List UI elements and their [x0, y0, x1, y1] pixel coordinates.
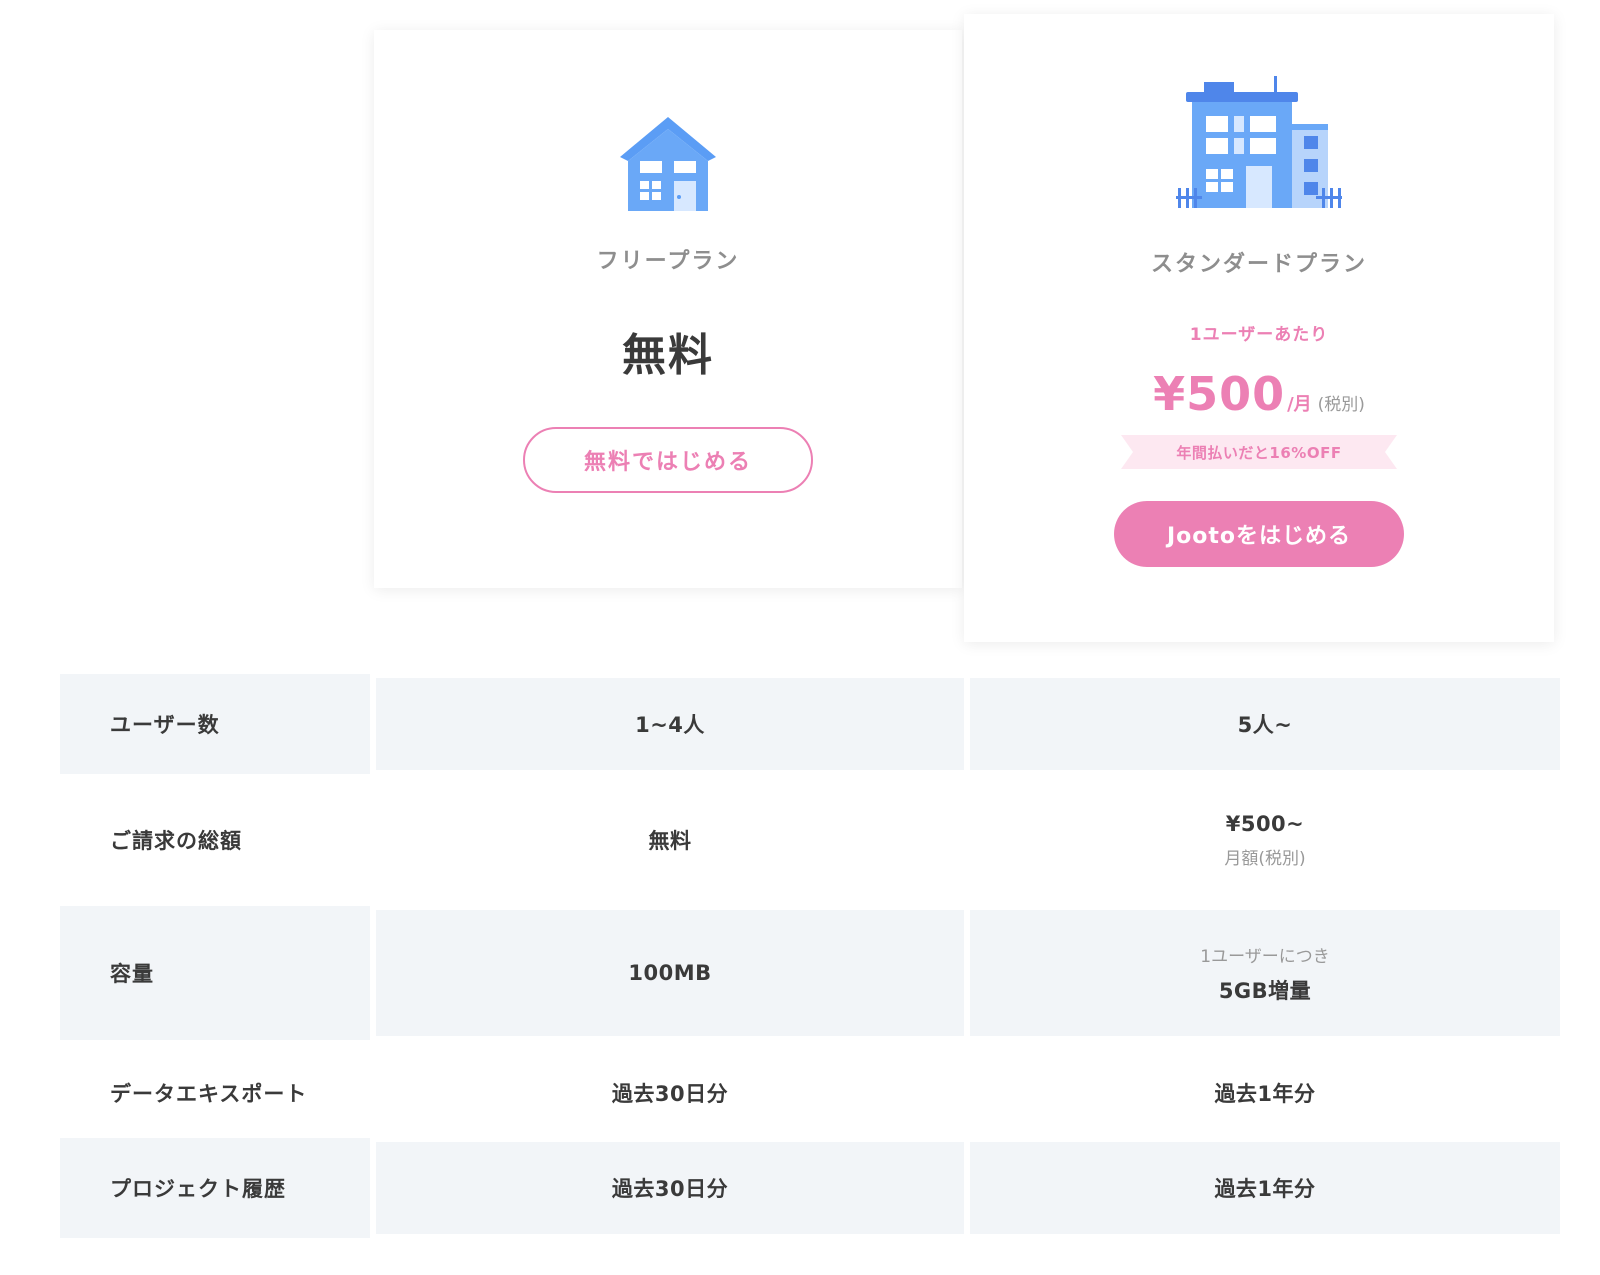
row-label: データエキスポート [110, 1082, 308, 1106]
table-row: ご請求の総額 無料 ¥500~ 月額(税別) [60, 778, 1560, 902]
discount-text: 年間払いだと16%OFF [1176, 443, 1342, 462]
free-value-cell: 100MB [376, 910, 964, 1036]
table-row: 容量 100MB 1ユーザーにつき 5GB増量 [60, 906, 1560, 1040]
price-unit: /月 [1287, 394, 1312, 415]
standard-plan-card: スタンダードプラン 1ユーザーあたり ¥500 /月 (税別) 年間払いだと16… [964, 14, 1554, 642]
row-label-cell: データエキスポート [60, 1044, 370, 1142]
free-value: 100MB [628, 961, 712, 985]
standard-value-cell: 1ユーザーにつき 5GB増量 [970, 910, 1560, 1036]
standard-value: 5人~ [1237, 713, 1293, 737]
pricing-page: フリープラン 無料 無料ではじめる スタンダードプラン 1ユーザーあたり ¥50… [0, 0, 1600, 1275]
standard-value-cell: 過去1年分 [970, 1044, 1560, 1142]
standard-value-cell: ¥500~ 月額(税別) [970, 778, 1560, 902]
standard-value: 過去1年分 [1214, 1177, 1316, 1201]
table-row: ユーザー数 1~4人 5人~ [60, 674, 1560, 774]
free-value: 過去30日分 [611, 1177, 729, 1201]
free-value-cell: 1~4人 [376, 678, 964, 770]
row-label-cell: プロジェクト履歴 [60, 1138, 370, 1238]
free-value-cell: 無料 [376, 778, 964, 902]
free-value: 1~4人 [635, 713, 705, 737]
standard-plan-name: スタンダードプラン [1150, 252, 1367, 277]
standard-value: ¥500~ [1225, 811, 1305, 836]
free-value: 無料 [648, 829, 692, 853]
standard-value: 過去1年分 [1214, 1082, 1316, 1106]
house-icon [620, 117, 716, 211]
row-label-cell: ユーザー数 [60, 674, 370, 774]
start-free-button[interactable]: 無料ではじめる [523, 427, 813, 493]
standard-price: ¥500 /月 (税別) [1153, 367, 1365, 421]
office-building-icon [1176, 76, 1342, 208]
table-row: プロジェクト履歴 過去30日分 過去1年分 [60, 1138, 1560, 1238]
free-value-cell: 過去30日分 [376, 1044, 964, 1142]
row-label: ご請求の総額 [110, 829, 242, 853]
free-plan-price: 無料 [622, 330, 714, 381]
standard-value-prefix: 1ユーザーにつき [1200, 946, 1330, 967]
row-label-cell: 容量 [60, 906, 370, 1040]
standard-value-note: 月額(税別) [1224, 848, 1306, 869]
row-label: 容量 [110, 962, 154, 986]
price-amount: ¥500 [1153, 367, 1286, 421]
free-plan-name: フリープラン [596, 249, 740, 274]
free-value: 過去30日分 [611, 1082, 729, 1106]
free-value-cell: 過去30日分 [376, 1142, 964, 1234]
row-label: プロジェクト履歴 [110, 1177, 286, 1201]
per-user-label: 1ユーザーあたり [1189, 325, 1329, 345]
price-tax-note: (税別) [1317, 395, 1365, 415]
standard-value-cell: 5人~ [970, 678, 1560, 770]
table-row: データエキスポート 過去30日分 過去1年分 [60, 1044, 1560, 1142]
standard-value-cell: 過去1年分 [970, 1142, 1560, 1234]
row-label-cell: ご請求の総額 [60, 778, 370, 902]
standard-value: 5GB増量 [1218, 978, 1312, 1003]
free-plan-card: フリープラン 無料 無料ではじめる [374, 30, 962, 588]
discount-ribbon: 年間払いだと16%OFF [1121, 435, 1397, 469]
row-label: ユーザー数 [110, 713, 220, 737]
start-jooto-button[interactable]: Jootoをはじめる [1114, 501, 1404, 567]
